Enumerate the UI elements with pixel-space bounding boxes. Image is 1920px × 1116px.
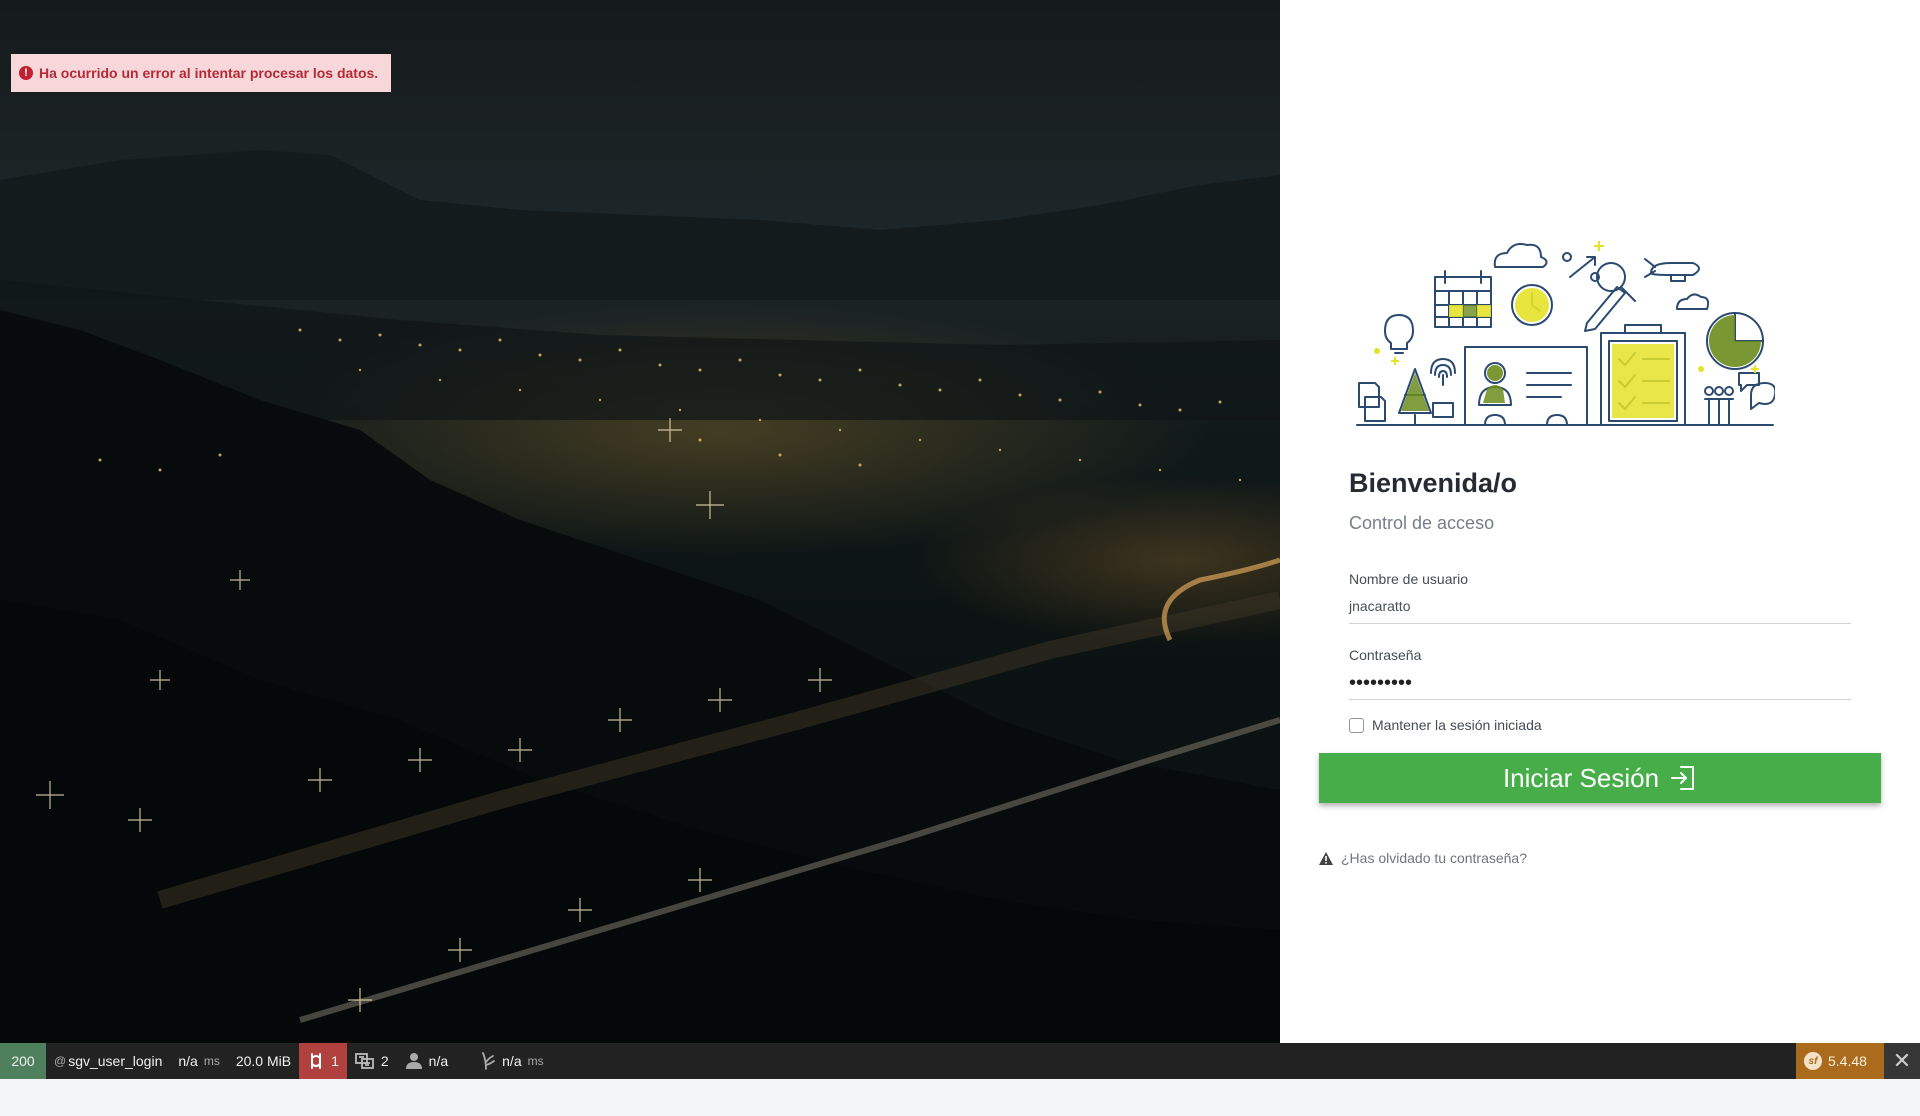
password-mask: ••••••••• (1349, 672, 1413, 694)
time-item[interactable]: n/a ms (170, 1043, 227, 1079)
requests-item[interactable]: 1 (299, 1043, 347, 1079)
twig-icon (482, 1052, 496, 1070)
debug-toolbar: 200 @ sgv_user_login n/a ms 20.0 MiB 1 2 (0, 1043, 1920, 1079)
memory-value: 20.0 MiB (235, 1053, 292, 1069)
error-alert-message: Ha ocurrido un error al intentar procesa… (39, 65, 379, 81)
forgot-password-link[interactable]: ¿Has olvidado tu contraseña? (1319, 850, 1527, 866)
time-value: n/a (178, 1053, 198, 1069)
remember-me[interactable]: Mantener la sesión iniciada (1349, 717, 1542, 733)
error-alert: ! Ha ocurrido un error al intentar proce… (11, 54, 391, 92)
symfony-version[interactable]: sf 5.4.48 (1796, 1043, 1884, 1079)
route-item[interactable]: @ sgv_user_login (46, 1043, 170, 1079)
warning-triangle-icon (1319, 851, 1333, 865)
night-city-landscape-image (0, 150, 1280, 1043)
user-value: n/a (428, 1053, 449, 1069)
remember-checkbox[interactable] (1349, 717, 1364, 733)
render-time-value: n/a (502, 1053, 522, 1069)
login-button-label: Iniciar Sesión (1502, 762, 1660, 793)
user-item[interactable]: n/a (397, 1043, 456, 1079)
username-label: Nombre de usuario (1349, 571, 1469, 587)
render-time-item[interactable]: n/a ms (472, 1043, 551, 1079)
sign-in-icon (1671, 766, 1695, 790)
status-code[interactable]: 200 (0, 1043, 46, 1079)
translation-icon (354, 1053, 374, 1069)
memory-item[interactable]: 20.0 MiB (228, 1043, 299, 1079)
requests-icon (311, 1053, 322, 1069)
welcome-heading: Bienvenida/o (1349, 468, 1518, 498)
background-photo: ! Ha ocurrido un error al intentar proce… (0, 0, 1280, 1043)
exclamation-circle-icon: ! (19, 66, 33, 80)
login-button[interactable]: Iniciar Sesión (1319, 753, 1881, 803)
username-input[interactable]: jnacaratto (1349, 592, 1851, 624)
render-time-unit: ms (527, 1054, 544, 1068)
toolbar-close-button[interactable]: ✕ (1884, 1043, 1920, 1079)
subtitle: Control de acceso (1349, 513, 1495, 533)
symfony-logo-icon: sf (1804, 1052, 1822, 1070)
status-code-value: 200 (11, 1053, 35, 1069)
translations-count: 2 (380, 1053, 389, 1069)
user-icon (405, 1053, 422, 1069)
password-label: Contraseña (1349, 647, 1422, 663)
translations-item[interactable]: 2 (347, 1043, 397, 1079)
requests-count: 1 (331, 1053, 339, 1069)
route-name: sgv_user_login (68, 1053, 163, 1069)
login-panel: Bienvenida/o Control de acceso Nombre de… (1280, 0, 1920, 1043)
close-icon: ✕ (1892, 1048, 1912, 1073)
forgot-password-label: ¿Has olvidado tu contraseña? (1341, 850, 1527, 866)
time-unit: ms (203, 1054, 220, 1068)
office-tools-illustration (1356, 241, 1775, 426)
password-input[interactable]: ••••••••• (1349, 668, 1851, 700)
route-prefix: @ (54, 1054, 67, 1068)
symfony-version-value: 5.4.48 (1828, 1053, 1867, 1069)
remember-label: Mantener la sesión iniciada (1372, 717, 1542, 733)
username-value: jnacaratto (1349, 598, 1411, 614)
